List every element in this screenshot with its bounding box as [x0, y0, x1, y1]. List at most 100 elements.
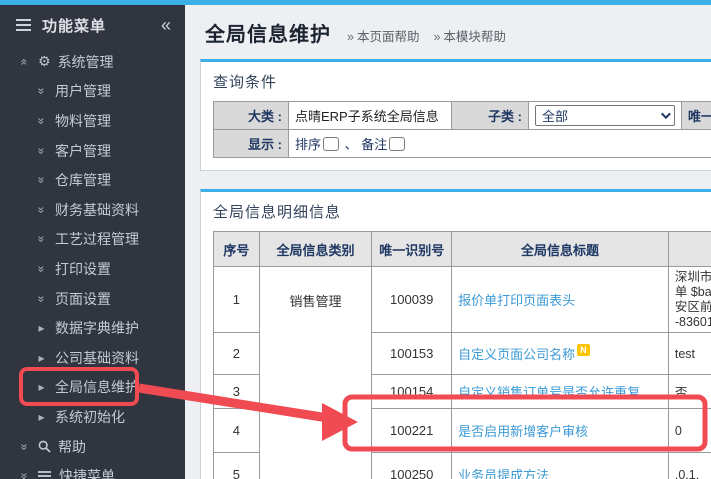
chevrons-down-icon: »: [35, 203, 49, 216]
sidebar: 功能菜单 « « ⚙ 系统管理 » 用户管理 » 物料管理 » 客户管理 » 仓…: [0, 5, 185, 479]
subcategory-selected-value: 全部: [542, 106, 568, 125]
query-panel-title: 查询条件: [213, 71, 711, 92]
main-content: 全局信息维护 »本页面帮助 »本模块帮助 查询条件 大类 : 点晴ERP子系统全…: [185, 5, 711, 479]
row-title-link[interactable]: 是否启用新增客户审核: [458, 424, 588, 439]
sidebar-item-company-base[interactable]: ▸ 公司基础资料: [0, 343, 185, 373]
sidebar-menu: « ⚙ 系统管理 » 用户管理 » 物料管理 » 客户管理 » 仓库管理 » 财…: [0, 47, 185, 479]
new-badge: N: [577, 344, 590, 356]
col-header-title: 全局信息标题: [452, 232, 669, 267]
remark-checkbox-label: 备注: [361, 137, 387, 152]
sidebar-item-user-mgmt[interactable]: » 用户管理: [0, 77, 185, 107]
sidebar-item-data-dictionary[interactable]: ▸ 数据字典维护: [0, 313, 185, 343]
subcategory-label: 子类 :: [452, 102, 529, 130]
detail-panel-title: 全局信息明细信息: [213, 201, 711, 222]
row-no: 1: [214, 267, 260, 333]
collapse-sidebar-icon[interactable]: «: [161, 15, 171, 36]
sidebar-item-quick-menu[interactable]: » 快捷菜单: [0, 461, 185, 479]
row-no: 2: [214, 333, 260, 375]
query-form-table: 大类 : 点晴ERP子系统全局信息 子类 : 全部 唯一识别号 : 显示 : 排…: [213, 101, 711, 158]
detail-panel: 全局信息明细信息 序号 全局信息类别 唯一识别号 全局信息标题 1 销售管理 1…: [200, 189, 711, 479]
sidebar-item-warehouse-mgmt[interactable]: » 仓库管理: [0, 165, 185, 195]
triangle-right-icon: ▸: [35, 380, 48, 394]
chevron-down-icon: [661, 109, 671, 119]
chevron-right-icon: »: [433, 30, 440, 44]
triangle-right-icon: ▸: [35, 321, 48, 335]
sidebar-item-label: 打印设置: [55, 259, 111, 279]
separator-text: 、: [345, 137, 358, 152]
sidebar-item-global-info-maintenance[interactable]: ▸ 全局信息维护: [0, 373, 185, 403]
sidebar-header: 功能菜单 «: [0, 5, 185, 45]
module-help-link[interactable]: »本模块帮助: [433, 26, 505, 45]
page-header: 全局信息维护 »本页面帮助 »本模块帮助: [205, 18, 711, 47]
row-title-link[interactable]: 自定义销售订单号是否允许重复: [458, 385, 640, 400]
sidebar-item-label: 公司基础资料: [55, 348, 139, 368]
gear-icon: ⚙: [38, 53, 51, 70]
col-header-unique-id: 唯一识别号: [372, 232, 452, 267]
row-content: 0: [668, 409, 711, 453]
chevron-right-icon: »: [347, 30, 354, 44]
row-no: 3: [214, 375, 260, 409]
chevrons-down-icon: »: [35, 85, 49, 98]
chevrons-down-icon: »: [18, 440, 32, 453]
remark-checkbox[interactable]: [389, 137, 405, 151]
category-label: 大类 :: [214, 102, 289, 130]
sort-checkbox[interactable]: [323, 137, 339, 151]
sidebar-item-label: 页面设置: [55, 289, 111, 309]
chevrons-down-icon: »: [35, 114, 49, 127]
row-unique-id: 100039: [372, 267, 452, 333]
row-title-link[interactable]: 报价单打印页面表头: [458, 293, 575, 308]
row-content: 否: [668, 375, 711, 409]
page-title: 全局信息维护: [205, 18, 331, 47]
search-icon: [38, 440, 51, 453]
sidebar-item-process-mgmt[interactable]: » 工艺过程管理: [0, 225, 185, 255]
row-content: test: [668, 333, 711, 375]
sidebar-item-label: 全局信息维护: [55, 377, 139, 397]
query-panel: 查询条件 大类 : 点晴ERP子系统全局信息 子类 : 全部 唯一识别号 : 显…: [200, 59, 711, 171]
help-links: »本页面帮助 »本模块帮助: [347, 26, 506, 45]
row-title-link[interactable]: 自定义页面公司名称: [458, 347, 575, 362]
page-help-link[interactable]: »本页面帮助: [347, 26, 419, 45]
subcategory-select[interactable]: 全部: [535, 105, 675, 126]
unique-id-label: 唯一识别号 :: [682, 102, 711, 130]
table-header-row: 序号 全局信息类别 唯一识别号 全局信息标题: [214, 232, 711, 267]
col-header-no: 序号: [214, 232, 260, 267]
sidebar-item-system-mgmt[interactable]: « ⚙ 系统管理: [0, 47, 185, 77]
sidebar-item-label: 客户管理: [55, 141, 111, 161]
sidebar-item-label: 数据字典维护: [55, 318, 139, 338]
triangle-right-icon: ▸: [35, 351, 48, 365]
sidebar-item-label: 系统管理: [58, 52, 114, 72]
sort-checkbox-label: 排序: [295, 137, 321, 152]
col-header-category: 全局信息类别: [259, 232, 372, 267]
sidebar-item-help[interactable]: » 帮助: [0, 432, 185, 462]
global-info-table: 序号 全局信息类别 唯一识别号 全局信息标题 1 销售管理 100039 报价单…: [213, 231, 711, 479]
sidebar-item-system-init[interactable]: ▸ 系统初始化: [0, 402, 185, 432]
row-no: 5: [214, 453, 260, 479]
sidebar-item-label: 仓库管理: [55, 170, 111, 190]
sidebar-item-finance-base[interactable]: » 财务基础资料: [0, 195, 185, 225]
sidebar-item-label: 快捷菜单: [59, 466, 115, 479]
chevrons-down-icon: »: [35, 233, 49, 246]
row-content: ,0,1,: [668, 453, 711, 479]
table-row: 1 销售管理 100039 报价单打印页面表头 深圳市点 单 $bar 安区前 …: [214, 267, 711, 333]
row-no: 4: [214, 409, 260, 453]
chevrons-down-icon: »: [35, 174, 49, 187]
row-content: 深圳市点 单 $bar 安区前 -83601: [668, 267, 711, 333]
row-unique-id: 100153: [372, 333, 452, 375]
sidebar-title: 功能菜单: [42, 15, 161, 36]
sidebar-item-page-settings[interactable]: » 页面设置: [0, 284, 185, 314]
sidebar-item-material-mgmt[interactable]: » 物料管理: [0, 106, 185, 136]
sidebar-item-customer-mgmt[interactable]: » 客户管理: [0, 136, 185, 166]
sidebar-item-label: 财务基础资料: [55, 200, 139, 220]
row-unique-id: 100221: [372, 409, 452, 453]
row-title-link[interactable]: 业务员提成方法: [458, 468, 549, 479]
sidebar-item-label: 用户管理: [55, 81, 111, 101]
chevrons-down-icon: »: [35, 144, 49, 157]
chevrons-down-icon: »: [35, 292, 49, 305]
chevron-up-icon: «: [18, 55, 32, 68]
category-value-field[interactable]: 点晴ERP子系统全局信息: [289, 102, 452, 130]
sidebar-item-print-settings[interactable]: » 打印设置: [0, 254, 185, 284]
col-header-content: [668, 232, 711, 267]
sidebar-item-label: 系统初始化: [55, 407, 125, 427]
sidebar-item-label: 物料管理: [55, 111, 111, 131]
chevrons-down-icon: »: [35, 262, 49, 275]
